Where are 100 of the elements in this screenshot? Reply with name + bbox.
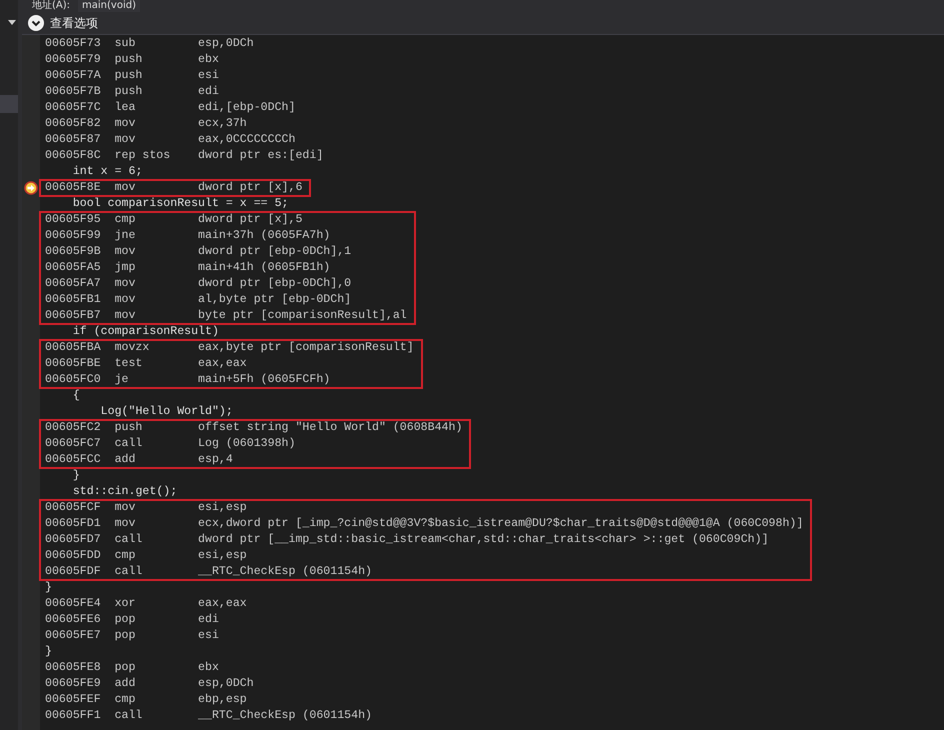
instruction-mnemonic: mov (114, 244, 136, 260)
instruction-mnemonic: add (114, 452, 136, 468)
instruction-operands: __RTC_CheckEsp (0601154h) (198, 564, 372, 580)
instruction-operands: dword ptr [x],6 (198, 180, 302, 196)
instruction-operands: esi (198, 628, 219, 644)
instruction-address: 00605FBA (45, 340, 102, 356)
instruction-address: 00605FB1 (45, 292, 102, 308)
instruction-mnemonic: lea (114, 100, 136, 116)
instruction-operands: offset string "Hello World" (0608B44h) (198, 420, 462, 436)
instruction-address: 00605FE4 (45, 596, 102, 612)
instruction-operands: main+41h (0605FB1h) (198, 260, 330, 276)
instruction-mnemonic: xor (114, 596, 136, 612)
instruction-mnemonic: push (114, 84, 144, 100)
instruction-address: 00605FEF (45, 692, 102, 708)
instruction-mnemonic: call (114, 436, 144, 452)
instruction-mnemonic: add (114, 676, 136, 692)
instruction-mnemonic: cmp (114, 692, 136, 708)
instruction-operands: esi,esp (198, 500, 247, 516)
instruction-operands: esp,0DCh (198, 676, 254, 692)
instruction-operands: eax,eax (198, 596, 247, 612)
instruction-mnemonic: pop (114, 612, 136, 628)
instruction-address: 00605FC7 (45, 436, 102, 452)
instruction-operands: Log (0601398h) (198, 436, 296, 452)
instruction-operands: __RTC_CheckEsp (0601154h) (198, 708, 372, 724)
instruction-address: 00605FE9 (45, 676, 102, 692)
instruction-mnemonic: cmp (114, 212, 136, 228)
address-label: 地址(A): (32, 0, 70, 12)
source-line: { (72, 388, 80, 404)
instruction-mnemonic: jmp (114, 260, 136, 276)
instruction-address: 00605FBE (45, 356, 102, 372)
instruction-operands: edi (198, 84, 219, 100)
instruction-mnemonic: push (114, 68, 144, 84)
instruction-operands: edi (198, 612, 219, 628)
instruction-address: 00605FB7 (45, 308, 102, 324)
instruction-operands: ebp,esp (198, 692, 247, 708)
instruction-operands: eax,eax (198, 356, 247, 372)
instruction-mnemonic: pop (114, 660, 136, 676)
instruction-mnemonic: pop (114, 628, 136, 644)
instruction-mnemonic: push (114, 52, 144, 68)
instruction-operands: dword ptr es:[edi] (198, 148, 324, 164)
instruction-mnemonic: mov (114, 180, 136, 196)
instruction-address: 00605F82 (45, 116, 102, 132)
source-line: if (comparisonResult) (72, 324, 219, 340)
instruction-address: 00605F73 (45, 36, 102, 52)
instruction-mnemonic: movzx (114, 340, 150, 356)
source-line: int x = 6; (72, 164, 142, 180)
instruction-mnemonic: test (114, 356, 144, 372)
instruction-mnemonic: call (114, 532, 144, 548)
instruction-mnemonic: push (114, 420, 144, 436)
instruction-mnemonic: mov (114, 500, 136, 516)
view-options-toggle[interactable]: 查看选项 (50, 14, 98, 32)
instruction-address: 00605F87 (45, 132, 102, 148)
instruction-operands: ecx,dword ptr [_imp_?cin@std@@3V?$basic_istream@DU?$char_traits@D@std@@@1@A (060C098h)] (198, 516, 804, 532)
caret-icon[interactable] (8, 20, 16, 25)
instruction-mnemonic: mov (114, 276, 136, 292)
instruction-address: 00605F8C (45, 148, 102, 164)
instruction-address: 00605FC0 (45, 372, 102, 388)
instruction-operands: esi (198, 68, 219, 84)
instruction-operands: esp,0DCh (198, 36, 254, 52)
instruction-address: 00605FE7 (45, 628, 102, 644)
instruction-address: 00605FA5 (45, 260, 102, 276)
instruction-address: 00605F7A (45, 68, 102, 84)
instruction-mnemonic: mov (114, 308, 136, 324)
instruction-operands: dword ptr [x],5 (198, 212, 302, 228)
instruction-mnemonic: mov (114, 116, 136, 132)
instruction-address: 00605FD7 (45, 532, 102, 548)
instruction-address: 00605FE6 (45, 612, 102, 628)
source-line: std::cin.get(); (72, 484, 178, 500)
instruction-mnemonic: sub (114, 36, 136, 52)
instruction-mnemonic: cmp (114, 548, 136, 564)
instruction-address: 00605F9B (45, 244, 102, 260)
instruction-operands: esp,4 (198, 452, 233, 468)
instruction-operands: dword ptr [ebp-0DCh],1 (198, 244, 352, 260)
instruction-operands: main+5Fh (0605FCFh) (198, 372, 330, 388)
instruction-operands: dword ptr [ebp-0DCh],0 (198, 276, 352, 292)
instruction-address: 00605FDF (45, 564, 102, 580)
instruction-operands: ebx (198, 660, 219, 676)
instruction-operands: dword ptr [__imp_std::basic_istream<char,std::char_traits<char> >::get (060C09Ch)] (198, 532, 769, 548)
address-field[interactable]: main(void) (78, 0, 140, 12)
source-line: bool comparisonResult = x == 5; (72, 196, 289, 212)
instruction-address: 00605FCC (45, 452, 102, 468)
chevron-icon[interactable] (28, 15, 44, 31)
instruction-mnemonic: jne (114, 228, 136, 244)
instruction-address: 00605FCF (45, 500, 102, 516)
instruction-operands: eax,byte ptr [comparisonResult] (198, 340, 414, 356)
source-line: } (44, 580, 52, 596)
instruction-address: 00605F99 (45, 228, 102, 244)
instruction-mnemonic: mov (114, 516, 136, 532)
instruction-address: 00605FA7 (45, 276, 102, 292)
instruction-address: 00605FE8 (45, 660, 102, 676)
instruction-mnemonic: mov (114, 292, 136, 308)
instruction-address: 00605F7B (45, 84, 102, 100)
instruction-mnemonic: je (114, 372, 130, 388)
instruction-address: 00605FF1 (45, 708, 102, 724)
source-line: } (44, 644, 52, 660)
instruction-address: 00605FDD (45, 548, 102, 564)
instruction-operands: edi,[ebp-0DCh] (198, 100, 296, 116)
instruction-operands: ebx (198, 52, 219, 68)
instruction-operands: main+37h (0605FA7h) (198, 228, 330, 244)
source-line: } (72, 468, 80, 484)
